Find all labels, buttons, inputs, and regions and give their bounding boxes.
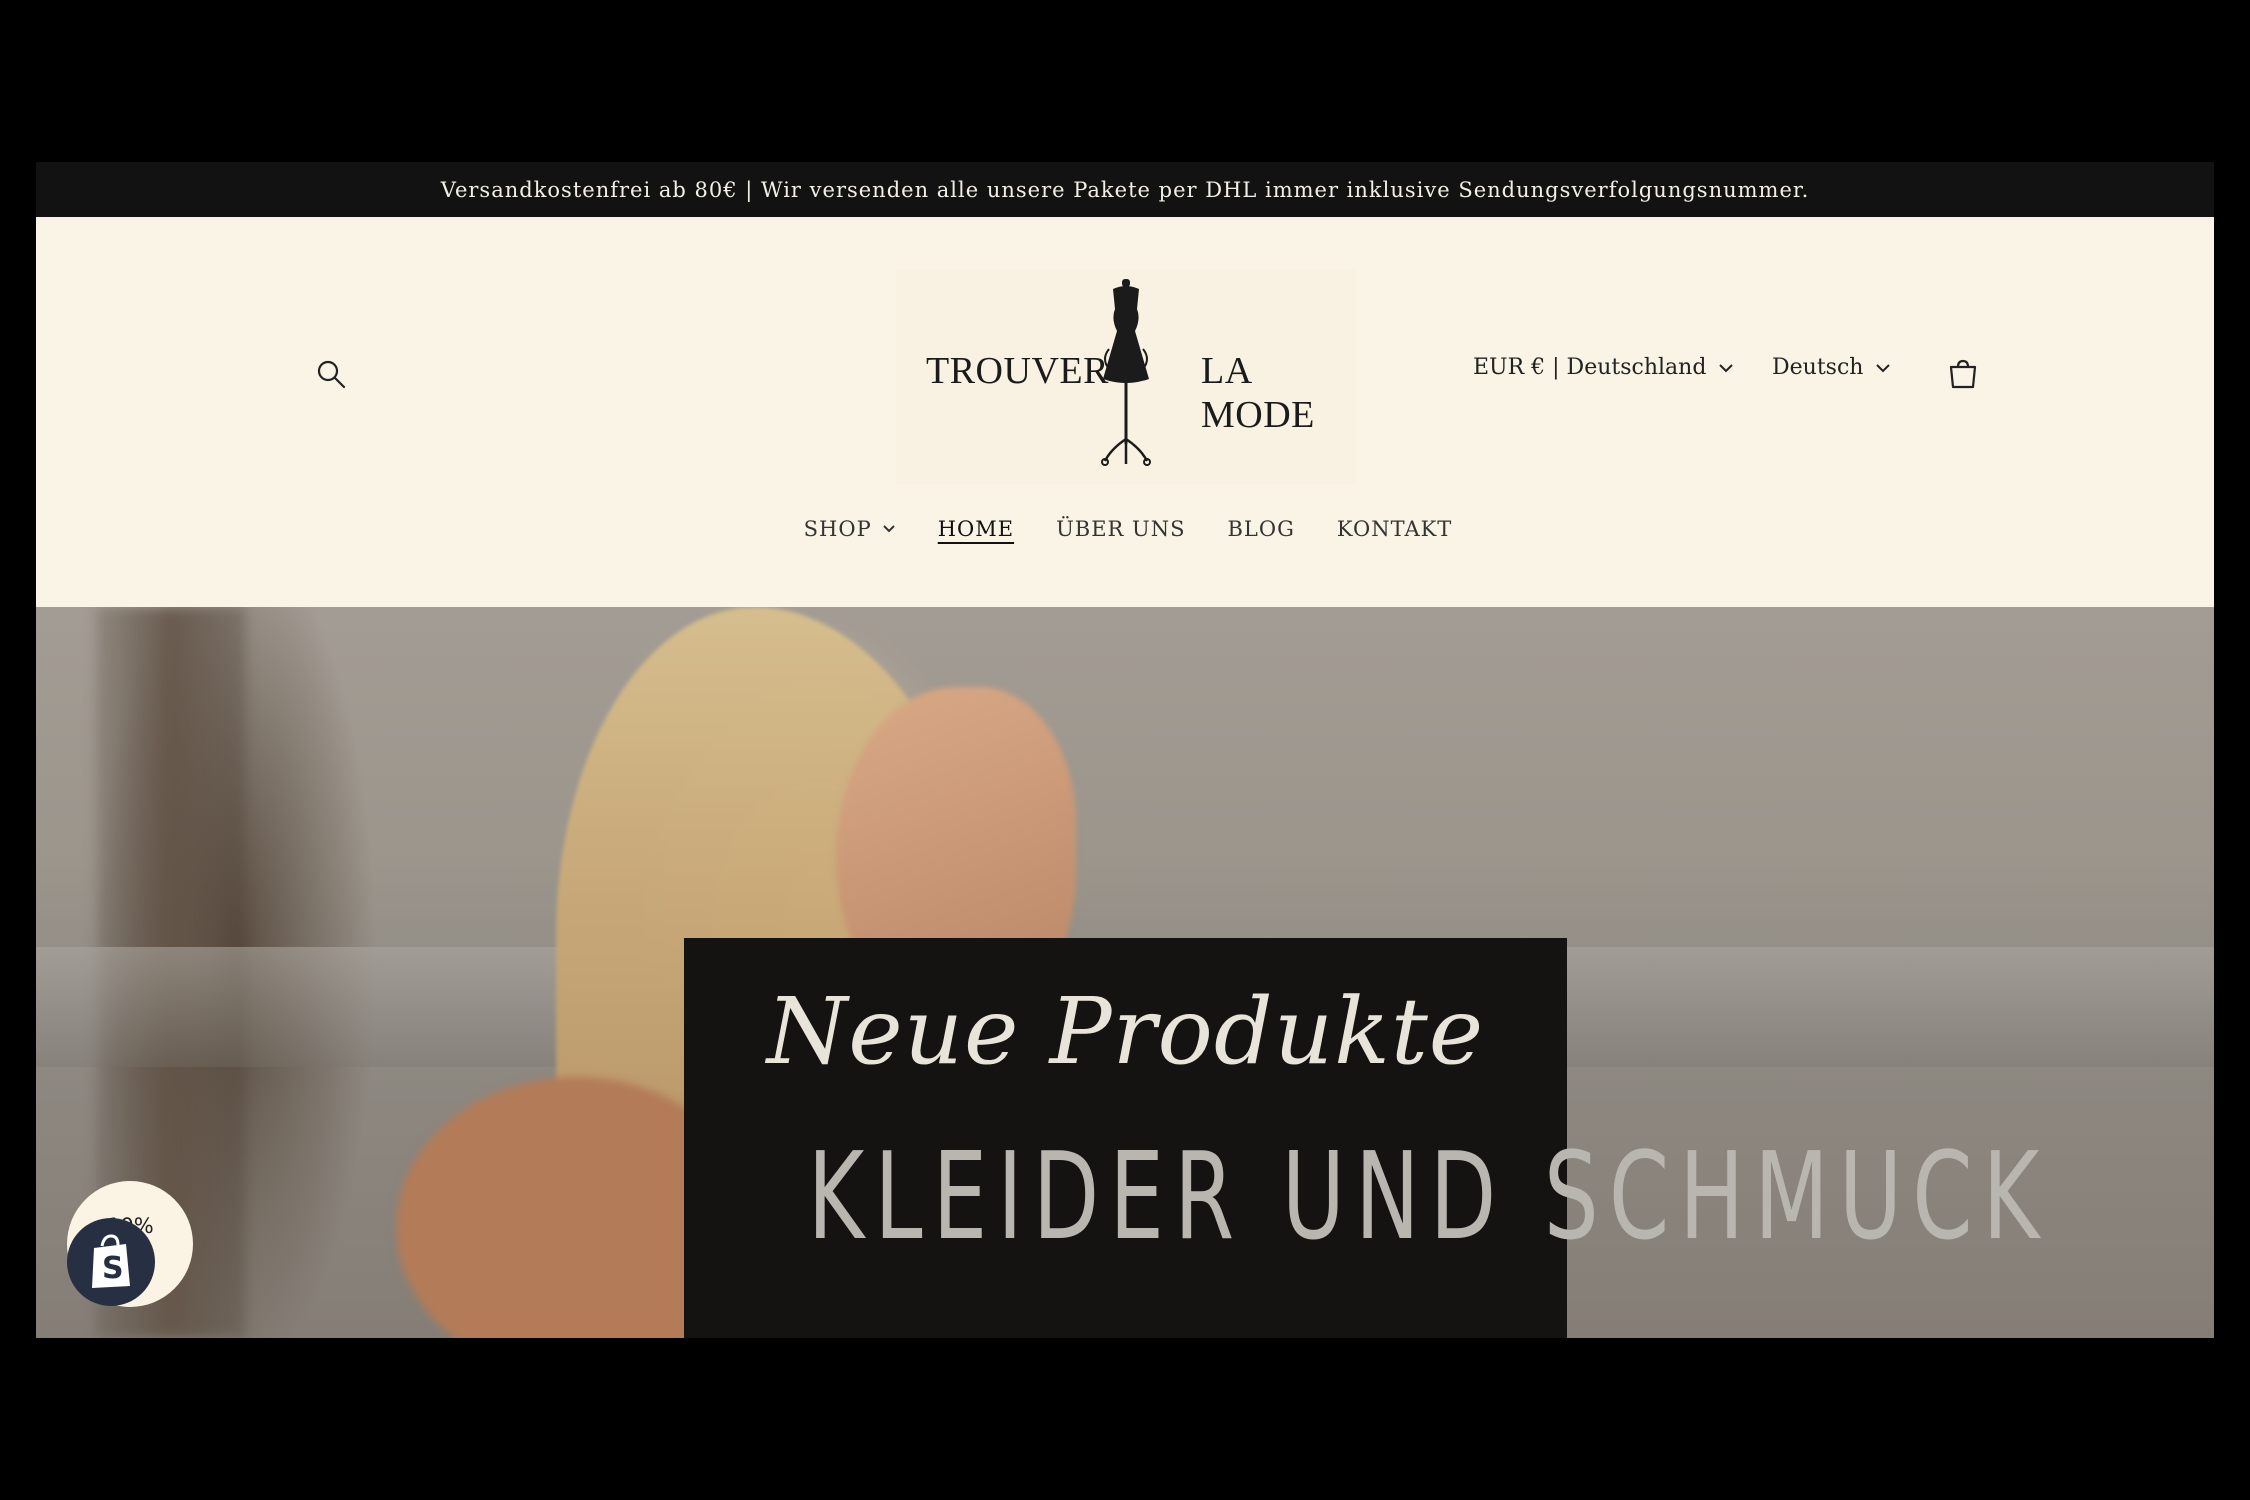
chevron-down-icon xyxy=(1719,363,1734,372)
chevron-down-icon xyxy=(1876,363,1891,372)
language-selector[interactable]: Deutsch xyxy=(1772,355,1891,380)
shopify-button[interactable]: S xyxy=(67,1218,155,1306)
browser-viewport: Versandkostenfrei ab 80€ | Wir versenden… xyxy=(36,162,2214,1338)
hero-promo-box[interactable]: Neue Produkte KLEIDER UND SCHMUCK xyxy=(684,938,2050,1338)
nav-item-label: ÜBER UNS xyxy=(1056,517,1186,541)
announcement-text: Versandkostenfrei ab 80€ | Wir versenden… xyxy=(440,177,1810,202)
mannequin-logo xyxy=(1101,279,1151,466)
nav-item-label: HOME xyxy=(937,517,1015,541)
logo-text-left: TROUVER xyxy=(926,350,1109,392)
nav-item-shop[interactable]: SHOP xyxy=(798,517,896,541)
site-header: TROUVER LA MODE EUR € | Deutschland Deut… xyxy=(36,217,2214,607)
hero-caps-title: KLEIDER UND SCHMUCK xyxy=(807,1128,2050,1267)
shopify-icon: S xyxy=(92,1234,130,1288)
nav-item-label: SHOP xyxy=(803,517,872,541)
language-label: Deutsch xyxy=(1772,355,1864,380)
nav-item-home[interactable]: HOME xyxy=(932,517,1014,541)
nav-item-label: KONTAKT xyxy=(1336,517,1453,541)
cart-button[interactable] xyxy=(1940,351,1986,397)
search-button[interactable] xyxy=(308,351,354,397)
announcement-bar: Versandkostenfrei ab 80€ | Wir versenden… xyxy=(36,162,2214,217)
svg-text:S: S xyxy=(102,1251,124,1286)
country-currency-label: EUR € | Deutschland xyxy=(1473,355,1707,380)
nav-item-blog[interactable]: BLOG xyxy=(1222,517,1295,541)
site-logo[interactable]: TROUVER LA MODE xyxy=(896,269,1356,484)
main-navigation: SHOP HOME ÜBER UNS BLOG KONTAKT xyxy=(36,517,2214,541)
discount-badge[interactable]: 10% TT S xyxy=(67,1181,193,1307)
nav-item-ueber-uns[interactable]: ÜBER UNS xyxy=(1050,517,1185,541)
logo-text-right: LA MODE xyxy=(1201,350,1315,436)
chevron-down-icon xyxy=(883,525,895,533)
country-currency-selector[interactable]: EUR € | Deutschland xyxy=(1473,355,1734,380)
hero-script-title: Neue Produkte xyxy=(766,978,1485,1085)
hero-banner: Neue Produkte KLEIDER UND SCHMUCK xyxy=(36,607,2214,1338)
nav-item-kontakt[interactable]: KONTAKT xyxy=(1331,517,1452,541)
nav-item-label: BLOG xyxy=(1227,517,1295,541)
search-icon xyxy=(317,360,346,389)
cart-icon xyxy=(1949,359,1977,389)
